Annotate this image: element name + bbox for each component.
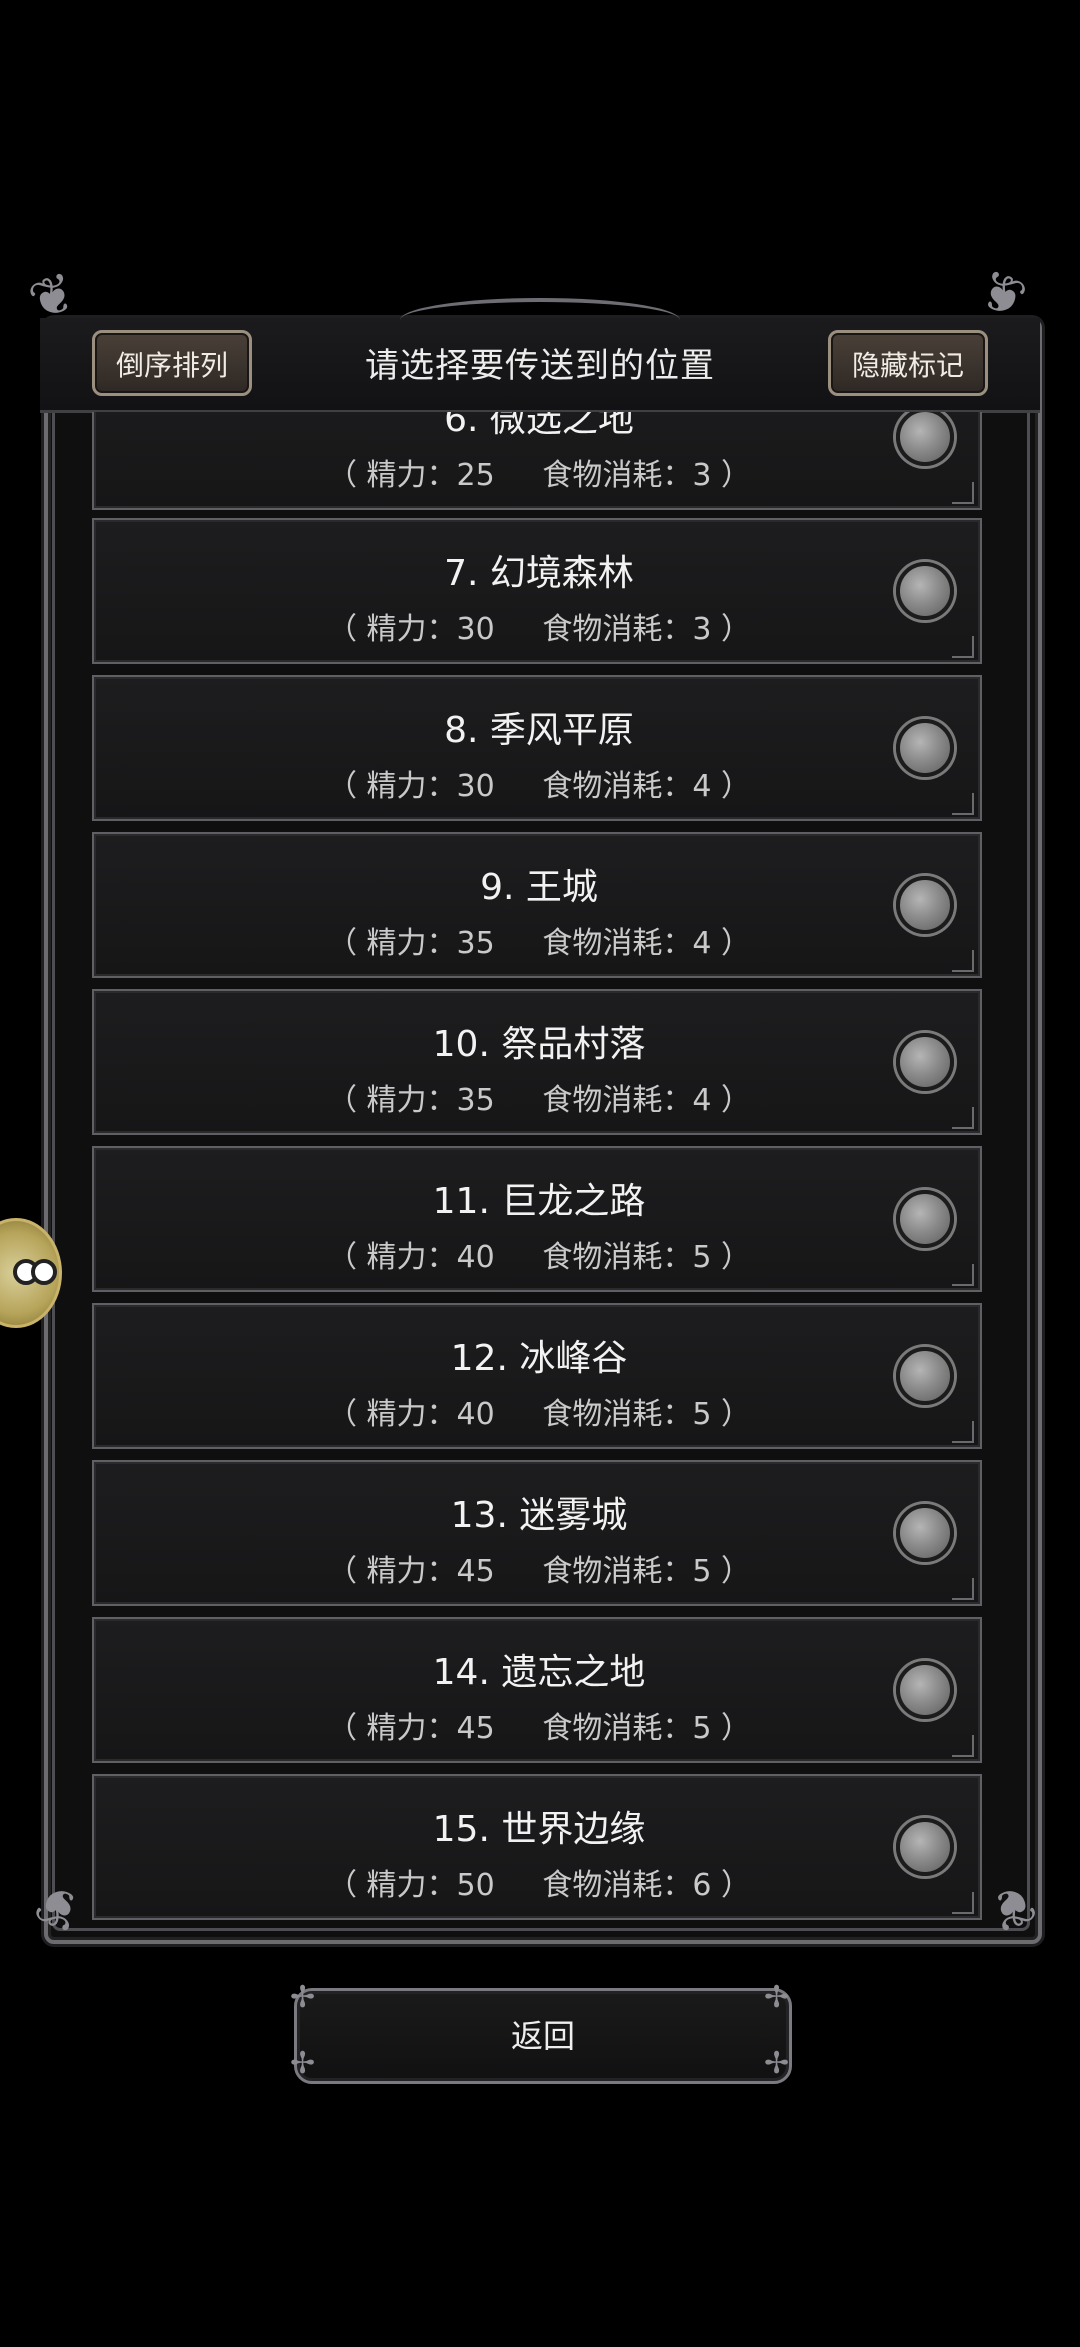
thorn-ornament-icon: ✢ — [290, 2046, 316, 2081]
location-item[interactable]: 9. 王城 （ 精力：35 食物消耗：4 ） — [92, 832, 982, 978]
dialog-title: 请选择要传送到的位置 — [365, 346, 715, 386]
radio-button-icon[interactable] — [896, 876, 954, 934]
location-item[interactable]: 12. 冰峰谷 （ 精力：40 食物消耗：5 ） — [92, 1303, 982, 1449]
radio-button-icon[interactable] — [896, 1504, 954, 1562]
thorn-ornament-icon: ✢ — [764, 2046, 790, 2081]
location-cost: （ 精力：45 食物消耗：5 ） — [326, 1711, 751, 1746]
corner-decoration — [952, 636, 974, 658]
location-name: 8. 季风平原 — [444, 710, 634, 751]
location-item[interactable]: 14. 遗忘之地 （ 精力：45 食物消耗：5 ） — [92, 1617, 982, 1763]
radio-button-icon[interactable] — [896, 1033, 954, 1091]
reverse-sort-button[interactable]: 倒序排列 — [92, 330, 252, 396]
corner-decoration — [952, 793, 974, 815]
location-item[interactable]: 11. 巨龙之路 （ 精力：40 食物消耗：5 ） — [92, 1146, 982, 1292]
radio-button-icon[interactable] — [896, 562, 954, 620]
location-name: 14. 遗忘之地 — [432, 1652, 646, 1693]
mascot-eye-icon — [31, 1259, 57, 1285]
corner-decoration — [952, 482, 974, 504]
location-name: 15. 世界边缘 — [432, 1809, 646, 1850]
location-item[interactable]: 7. 幻境森林 （ 精力：30 食物消耗：3 ） — [92, 518, 982, 664]
corner-decoration — [952, 1892, 974, 1914]
radio-button-icon[interactable] — [896, 1347, 954, 1405]
location-list[interactable]: 6. 微选之地 （ 精力：25 食物消耗：3 ） 7. 幻境森林 （ 精力：30… — [92, 412, 986, 1920]
teleport-screen: ❦ ❦ ❦ ❦ 请选择要传送到的位置 倒序排列 隐藏标记 6. 微选之地 （ 精… — [0, 0, 1080, 2347]
location-item[interactable]: 6. 微选之地 （ 精力：25 食物消耗：3 ） — [92, 412, 982, 510]
radio-button-icon[interactable] — [896, 1190, 954, 1248]
location-name: 11. 巨龙之路 — [432, 1181, 646, 1222]
corner-decoration — [952, 950, 974, 972]
radio-button-icon[interactable] — [896, 1818, 954, 1876]
location-name: 12. 冰峰谷 — [450, 1338, 628, 1379]
location-item[interactable]: 15. 世界边缘 （ 精力：50 食物消耗：6 ） — [92, 1774, 982, 1920]
location-item[interactable]: 13. 迷雾城 （ 精力：45 食物消耗：5 ） — [92, 1460, 982, 1606]
location-cost: （ 精力：40 食物消耗：5 ） — [326, 1240, 751, 1275]
radio-button-icon[interactable] — [896, 1661, 954, 1719]
location-cost: （ 精力：30 食物消耗：3 ） — [326, 612, 751, 647]
thorn-ornament-icon: ✢ — [764, 1980, 790, 2015]
location-name: 10. 祭品村落 — [432, 1024, 646, 1065]
location-cost: （ 精力：30 食物消耗：4 ） — [326, 769, 751, 804]
title-ornament — [400, 298, 680, 342]
radio-button-icon[interactable] — [896, 719, 954, 777]
location-name: 13. 迷雾城 — [450, 1495, 628, 1536]
location-cost: （ 精力：50 食物消耗：6 ） — [326, 1868, 751, 1903]
corner-decoration — [952, 1578, 974, 1600]
location-cost: （ 精力：25 食物消耗：3 ） — [326, 458, 751, 493]
location-item[interactable]: 10. 祭品村落 （ 精力：35 食物消耗：4 ） — [92, 989, 982, 1135]
thorn-ornament-icon: ✢ — [290, 1980, 316, 2015]
location-name: 6. 微选之地 — [444, 412, 634, 440]
location-name: 7. 幻境森林 — [444, 553, 634, 594]
location-name: 9. 王城 — [480, 867, 598, 908]
location-cost: （ 精力：40 食物消耗：5 ） — [326, 1397, 751, 1432]
location-item[interactable]: 8. 季风平原 （ 精力：30 食物消耗：4 ） — [92, 675, 982, 821]
corner-decoration — [952, 1735, 974, 1757]
corner-decoration — [952, 1421, 974, 1443]
location-cost: （ 精力：35 食物消耗：4 ） — [326, 1083, 751, 1118]
corner-decoration — [952, 1107, 974, 1129]
hide-markers-button[interactable]: 隐藏标记 — [828, 330, 988, 396]
location-cost: （ 精力：45 食物消耗：5 ） — [326, 1554, 751, 1589]
corner-decoration — [952, 1264, 974, 1286]
location-cost: （ 精力：35 食物消耗：4 ） — [326, 926, 751, 961]
back-button[interactable]: 返回 — [294, 1988, 792, 2084]
